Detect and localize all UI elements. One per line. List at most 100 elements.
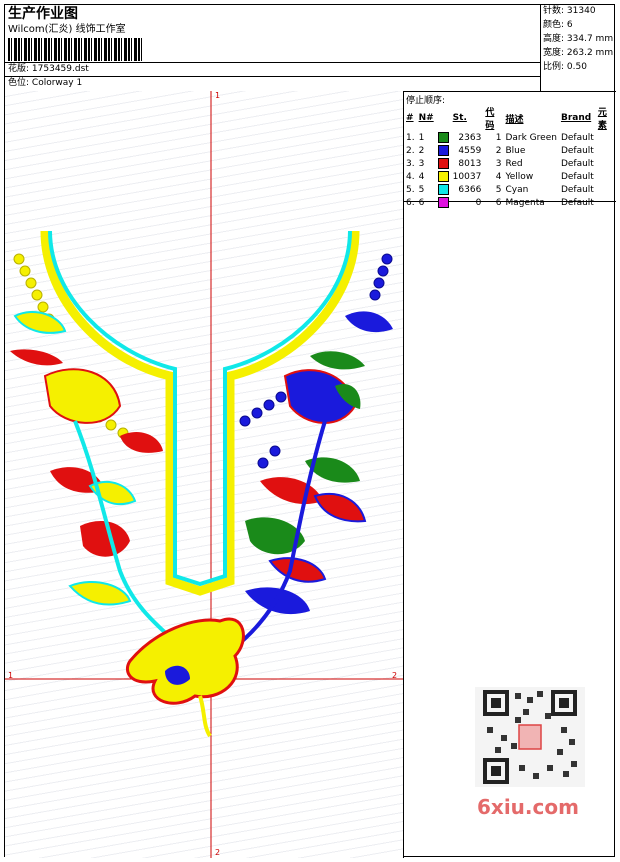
row-element (596, 170, 616, 183)
leaf-left-1 (13, 311, 67, 334)
row-index: 1. (406, 132, 415, 143)
stop-sequence-table: # N# St. 代码 描述 Brand 元素 1. 1 2363 1 Dark Gre… (404, 105, 616, 209)
qr-code-graphic (483, 690, 577, 784)
row-code: 5 (495, 184, 502, 195)
table-row[interactable]: 6. 6 0 6 Magenta Default (404, 196, 616, 209)
table-header: # N# St. 代码 描述 Brand 元素 (404, 105, 616, 131)
col-element: 元素 (597, 108, 607, 131)
color-swatch (437, 145, 449, 156)
divider (5, 76, 540, 77)
col-number: N# (418, 113, 434, 123)
row-number: 5 (418, 184, 425, 195)
design-value: 1753459.dst (31, 64, 89, 74)
row-number: 3 (418, 158, 425, 169)
stat-stitches: 针数: 31340 (543, 6, 596, 16)
row-index: 4. (406, 171, 415, 182)
row-element (596, 131, 616, 144)
color-swatch-cell (436, 183, 451, 196)
row-stitches: 4559 (458, 145, 482, 156)
row-number: 6 (418, 197, 425, 208)
leaf-right-green-1 (310, 351, 365, 370)
table-row[interactable]: 4. 4 10037 4 Yellow Default (404, 170, 616, 183)
leaf-left-red-1 (10, 349, 63, 366)
color-swatch-cell (436, 170, 451, 183)
stop-sequence-panel: 停止顺序: # N# St. 代码 描述 Brand 元素 1. 1 2363 1 Da… (404, 91, 616, 208)
row-brand: Default (560, 184, 594, 195)
col-code: 代码 (485, 108, 495, 131)
flower-left-1 (43, 368, 122, 424)
leaf-right-1 (345, 311, 393, 333)
leaf-left-2 (120, 431, 163, 453)
qr-code (475, 687, 585, 787)
row-stitches: 8013 (458, 158, 482, 169)
barcode (8, 38, 144, 61)
color-swatch (437, 171, 449, 182)
row-description: Blue (505, 145, 526, 156)
row-stitches: 6366 (458, 184, 482, 195)
row-description: Cyan (505, 184, 529, 195)
row-element (596, 196, 616, 209)
axis-label-left: 1 (8, 671, 14, 680)
design-row: 花版: 1753459.dst (8, 64, 89, 75)
axis-label-right: 2 (392, 671, 398, 680)
row-brand: Default (560, 171, 594, 182)
header-left: 生产作业图 Wilcom(汇炎) 线饰工作室 花版: 1753459.dst 色… (5, 5, 541, 91)
color-swatch-cell (436, 157, 451, 170)
col-brand: Brand (560, 113, 592, 123)
colorway-value: Colorway 1 (31, 78, 83, 88)
table-row[interactable]: 5. 5 6366 5 Cyan Default (404, 183, 616, 196)
flower-left-2 (80, 521, 130, 557)
row-stitches: 0 (475, 197, 482, 208)
row-stitches: 10037 (452, 171, 482, 182)
row-stitches: 2363 (458, 132, 482, 143)
stat-scale: 比例: 0.50 (543, 62, 587, 72)
col-color (436, 105, 451, 131)
stat-width: 宽度: 263.2 mm (543, 48, 614, 58)
row-brand: Default (560, 145, 594, 156)
color-swatch (437, 132, 449, 143)
color-swatch (437, 197, 449, 208)
table-row[interactable]: 1. 1 2363 1 Dark Green Default (404, 131, 616, 144)
table-row[interactable]: 2. 2 4559 2 Blue Default (404, 144, 616, 157)
table-row[interactable]: 3. 3 8013 3 Red Default (404, 157, 616, 170)
col-stitches: St. (452, 113, 467, 123)
row-brand: Default (560, 158, 594, 169)
design-canvas[interactable]: 1 1 2 2 (5, 91, 404, 858)
leaf-right-7 (268, 557, 327, 583)
color-swatch-cell (436, 131, 451, 144)
row-description: Magenta (505, 197, 545, 208)
stat-height: 高度: 334.7 mm (543, 34, 614, 44)
colorway-label: 色位: (8, 78, 30, 88)
row-number: 4 (418, 171, 425, 182)
row-index: 5. (406, 184, 415, 195)
color-swatch-cell (436, 196, 451, 209)
divider (5, 62, 540, 63)
row-element (596, 183, 616, 196)
row-brand: Default (560, 197, 594, 208)
color-swatch (437, 158, 449, 169)
leaf-right-5 (313, 493, 367, 523)
row-element (596, 144, 616, 157)
stat-colors: 颜色: 6 (543, 20, 573, 30)
row-number: 1 (418, 132, 425, 143)
row-code: 6 (495, 197, 502, 208)
design-label: 花版: (8, 64, 30, 74)
row-brand: Default (560, 132, 594, 143)
row-code: 4 (495, 171, 502, 182)
row-index: 2. (406, 145, 415, 156)
colorway-row: 色位: Colorway 1 (8, 78, 82, 89)
leaf-left-5 (68, 581, 132, 606)
company-name: Wilcom(汇炎) 线饰工作室 (8, 24, 126, 35)
row-description: Dark Green (505, 132, 557, 143)
row-code: 1 (495, 132, 502, 143)
watermark: 6xiu.com (477, 795, 579, 819)
center-stem (198, 695, 212, 738)
stats-panel: 针数: 31340 颜色: 6 高度: 334.7 mm 宽度: 263.2 m… (541, 5, 616, 91)
page-title: 生产作业图 (8, 6, 78, 22)
embroidery-preview (5, 91, 403, 858)
header: 生产作业图 Wilcom(汇炎) 线饰工作室 花版: 1753459.dst 色… (5, 5, 616, 92)
row-code: 3 (495, 158, 502, 169)
production-sheet: 生产作业图 Wilcom(汇炎) 线饰工作室 花版: 1753459.dst 色… (4, 4, 616, 858)
axis-label-bottom: 2 (215, 848, 221, 857)
col-description: 描述 (505, 114, 524, 125)
